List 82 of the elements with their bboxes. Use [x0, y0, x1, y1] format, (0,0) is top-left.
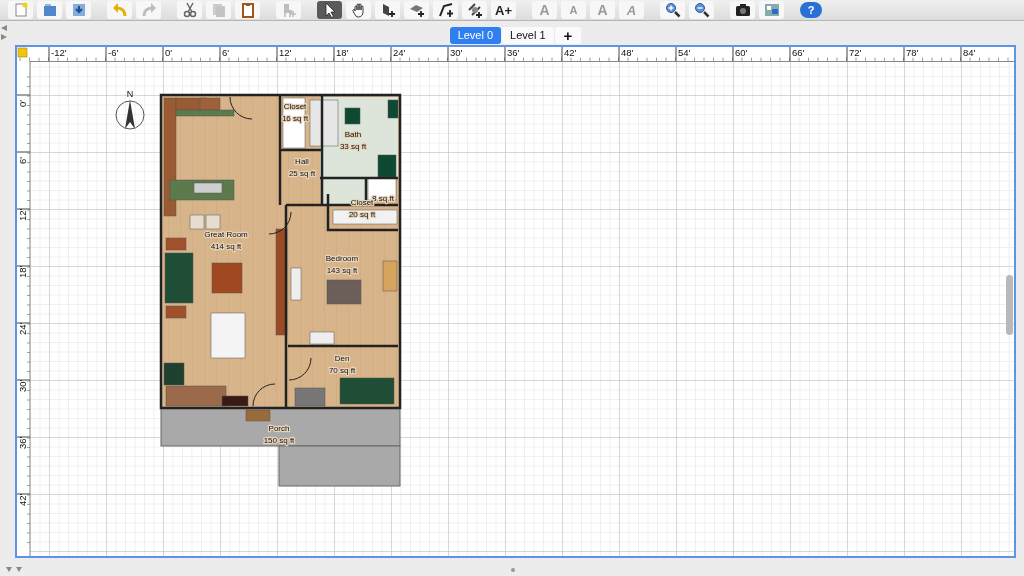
room-plus-icon	[408, 2, 425, 18]
scrollbar-thumb[interactable]	[1006, 275, 1013, 335]
room-name: Bath	[344, 130, 362, 139]
ruler-label: 60'	[735, 47, 748, 58]
ruler-label: 30'	[450, 47, 463, 58]
ruler-label: 78'	[906, 47, 919, 58]
paste-button[interactable]	[235, 1, 260, 19]
ruler-label: -6'	[108, 47, 119, 58]
compass-icon	[115, 100, 145, 130]
collapse-arrows-icon[interactable]	[6, 567, 22, 573]
cut-button[interactable]	[177, 1, 202, 19]
ruler-label: -12'	[51, 47, 67, 58]
splitter-handle[interactable]	[511, 568, 515, 572]
collapse-left-icon[interactable]	[1, 25, 7, 31]
expand-right-icon[interactable]	[1, 34, 7, 40]
dimension-plus-icon	[466, 2, 483, 18]
save-button[interactable]	[66, 1, 91, 19]
ruler-label: 84'	[963, 47, 976, 58]
help-button[interactable]: ?	[800, 2, 822, 18]
ruler-label: 36'	[17, 436, 28, 449]
room-name: Great Room	[204, 230, 248, 239]
ruler-label: 42'	[17, 493, 28, 506]
ruler-label: 42'	[564, 47, 577, 58]
ruler-label: 54'	[678, 47, 691, 58]
ruler-label: 12'	[17, 208, 28, 221]
room-area: 70 sq ft	[328, 366, 356, 375]
new-file-icon	[12, 2, 29, 18]
room-name: Closet	[283, 102, 307, 111]
redo-icon	[140, 2, 157, 18]
rooms-button[interactable]	[404, 1, 429, 19]
open-button[interactable]	[37, 1, 62, 19]
zoom-out-button[interactable]	[689, 1, 714, 19]
walls-button[interactable]	[375, 1, 400, 19]
room-area: 33 sq ft	[339, 142, 367, 151]
room-area: 414 sq ft	[210, 242, 242, 251]
pan-button[interactable]	[346, 1, 371, 19]
ruler-label: 66'	[792, 47, 805, 58]
ruler-label: 24'	[17, 322, 28, 335]
room-area: 20 sq ft	[348, 210, 376, 219]
room-name: Den	[334, 354, 350, 363]
ruler-label: 72'	[849, 47, 862, 58]
photo-button[interactable]	[730, 1, 755, 19]
clipboard-icon	[239, 2, 256, 18]
dimensions-button[interactable]	[462, 1, 487, 19]
ruler-label: 24'	[393, 47, 406, 58]
ruler-label: 0'	[165, 47, 173, 58]
add-level-button[interactable]: +	[554, 26, 582, 44]
folder-icon	[41, 2, 58, 18]
camera-icon	[734, 2, 751, 18]
ruler-label: 6'	[222, 47, 230, 58]
ruler-label: 18'	[17, 265, 28, 278]
level-tab[interactable]: Level 1	[502, 26, 554, 44]
polylines-button[interactable]	[433, 1, 458, 19]
ruler-label: 6'	[17, 156, 28, 164]
room-name: Hall	[295, 157, 309, 166]
ruler-label: 30'	[17, 379, 28, 392]
hand-icon	[350, 2, 367, 18]
room-name: Bedroom	[325, 254, 359, 263]
level-tab[interactable]: Level 0	[449, 26, 502, 44]
room-area: 143 sq ft	[326, 266, 358, 275]
select-button[interactable]	[317, 1, 342, 19]
scissors-icon	[181, 2, 198, 18]
undo-icon	[111, 2, 128, 18]
compass-north-label: N	[126, 89, 134, 99]
ruler-label: 36'	[507, 47, 520, 58]
ruler-label: 18'	[336, 47, 349, 58]
zoom-out-icon	[693, 2, 710, 18]
video-icon	[763, 2, 780, 18]
room-name: Porch	[268, 424, 290, 433]
ruler-label: 0'	[17, 99, 28, 107]
copy-icon	[210, 2, 227, 18]
ruler-label: 48'	[621, 47, 634, 58]
room-area: 16 sq ft	[281, 114, 309, 123]
video-button[interactable]	[759, 1, 784, 19]
zoom-in-icon	[664, 2, 681, 18]
ruler-label: 12'	[279, 47, 292, 58]
save-icon	[70, 2, 87, 18]
room-area: 150 sq ft	[263, 436, 295, 445]
zoom-in-button[interactable]	[660, 1, 685, 19]
polyline-plus-icon	[437, 2, 454, 18]
room-area: 25 sq ft	[288, 169, 316, 178]
add-text-button[interactable]: A+	[491, 1, 516, 19]
